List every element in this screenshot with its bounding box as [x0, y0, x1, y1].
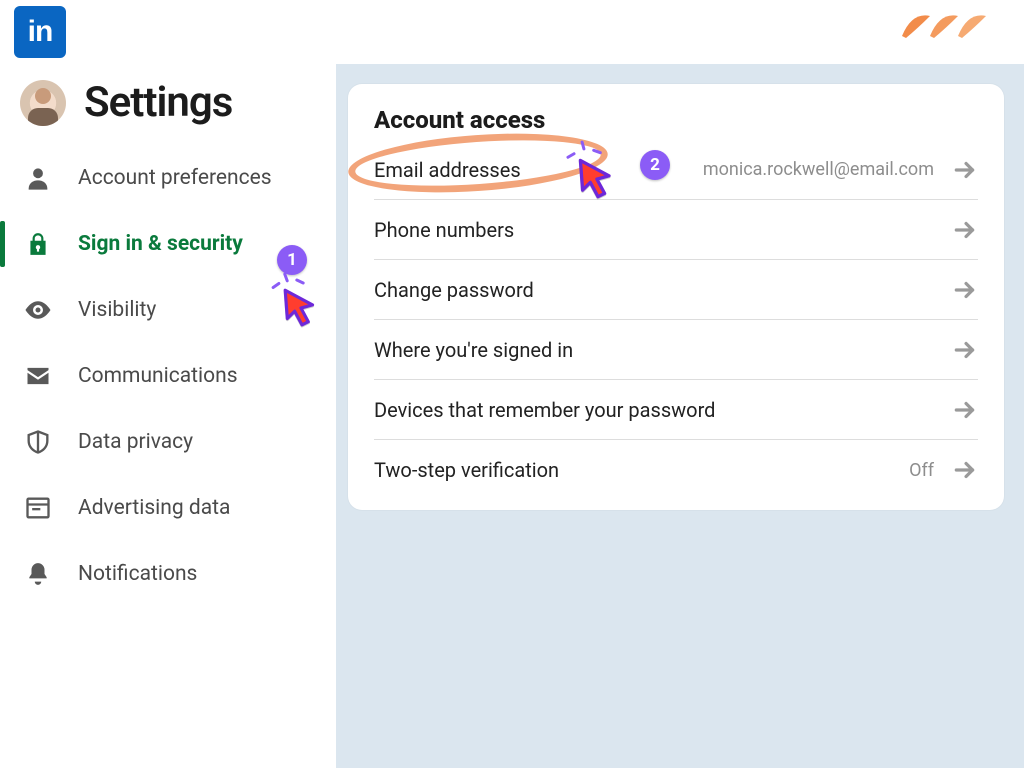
sidebar-item-data-privacy[interactable]: Data privacy: [14, 409, 336, 475]
chevron-right-icon: [952, 397, 978, 423]
sidebar-item-notifications[interactable]: Notifications: [14, 541, 336, 607]
chevron-right-icon: [952, 277, 978, 303]
row-email-addresses[interactable]: Email addresses monica.rockwell@email.co…: [374, 140, 978, 200]
row-label: Email addresses: [374, 158, 521, 182]
sidebar-item-label: Visibility: [78, 298, 156, 322]
sidebar-item-account-preferences[interactable]: Account preferences: [14, 145, 336, 211]
row-meta: monica.rockwell@email.com: [703, 159, 934, 180]
row-two-step-verification[interactable]: Two-step verification Off: [374, 440, 978, 500]
row-phone-numbers[interactable]: Phone numbers: [374, 200, 978, 260]
bell-icon: [20, 561, 56, 587]
sidebar-item-label: Sign in & security: [78, 232, 243, 256]
sidebar-item-label: Communications: [78, 364, 238, 388]
sidebar-item-label: Notifications: [78, 562, 197, 586]
row-devices-remember-password[interactable]: Devices that remember your password: [374, 380, 978, 440]
row-change-password[interactable]: Change password: [374, 260, 978, 320]
chevron-right-icon: [952, 457, 978, 483]
person-icon: [20, 164, 56, 192]
page-title: Settings: [84, 78, 232, 127]
chevron-right-icon: [952, 337, 978, 363]
sidebar-item-visibility[interactable]: Visibility: [14, 277, 336, 343]
avatar[interactable]: [20, 80, 66, 126]
row-label: Devices that remember your password: [374, 398, 715, 422]
sidebar-item-label: Advertising data: [78, 496, 230, 520]
row-where-signed-in[interactable]: Where you're signed in: [374, 320, 978, 380]
row-meta: Off: [909, 460, 934, 481]
sidebar-item-sign-in-security[interactable]: Sign in & security: [14, 211, 336, 277]
chevron-right-icon: [952, 157, 978, 183]
account-access-card: Account access Email addresses monica.ro…: [348, 84, 1004, 510]
lock-icon: [20, 231, 56, 257]
ad-icon: [20, 494, 56, 522]
linkedin-logo[interactable]: in: [14, 6, 66, 58]
sidebar-item-communications[interactable]: Communications: [14, 343, 336, 409]
sidebar-item-label: Account preferences: [78, 166, 272, 190]
eye-icon: [20, 295, 56, 325]
sidebar-item-advertising-data[interactable]: Advertising data: [14, 475, 336, 541]
section-title: Account access: [374, 106, 978, 134]
brand-waves-icon: [900, 6, 1010, 46]
sidebar-item-label: Data privacy: [78, 430, 193, 454]
header: in: [0, 0, 1024, 64]
row-label: Two-step verification: [374, 458, 559, 482]
sidebar-header: Settings: [14, 72, 336, 145]
sidebar: Settings Account preferences Sign in & s…: [0, 64, 336, 768]
chevron-right-icon: [952, 217, 978, 243]
content-area: Account access Email addresses monica.ro…: [336, 64, 1024, 768]
shield-icon: [20, 428, 56, 456]
row-label: Change password: [374, 278, 534, 302]
row-label: Phone numbers: [374, 218, 514, 242]
row-label: Where you're signed in: [374, 338, 573, 362]
mail-icon: [20, 362, 56, 390]
